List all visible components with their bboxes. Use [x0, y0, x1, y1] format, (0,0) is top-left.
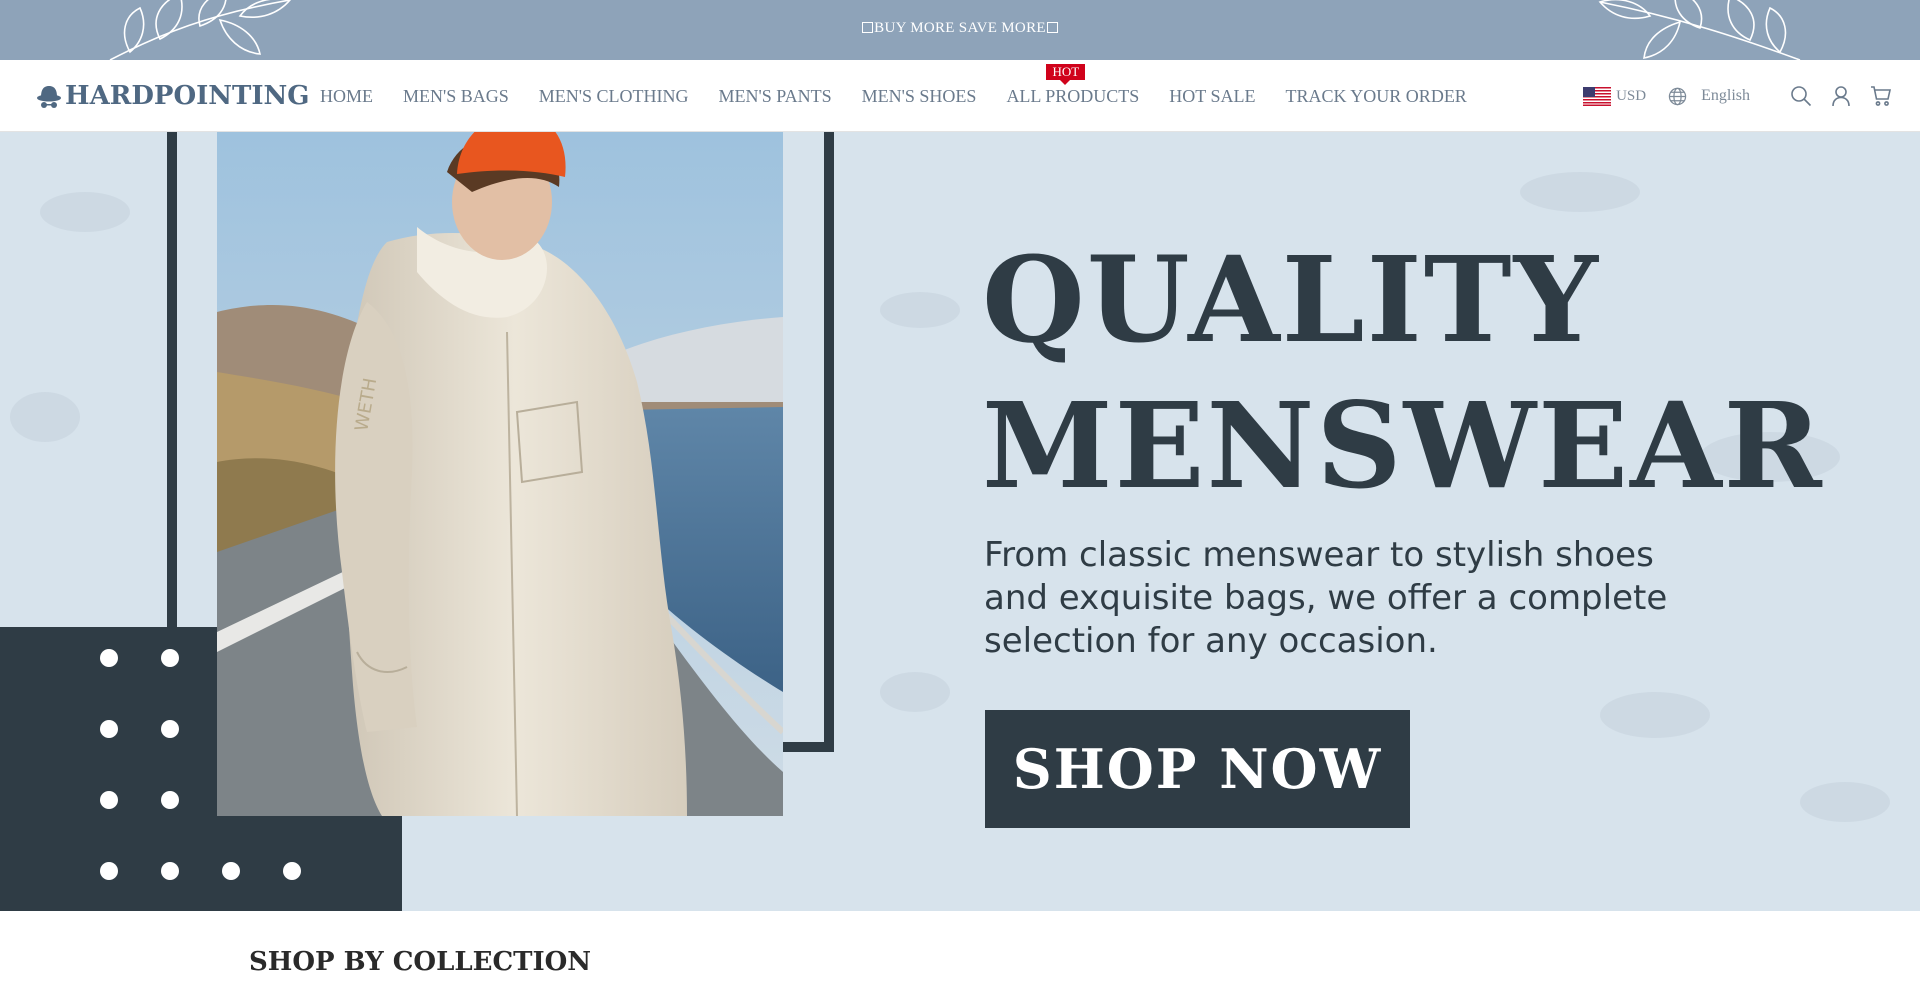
- texture-spot: [1600, 692, 1710, 738]
- decor-dot: [161, 862, 179, 880]
- main-nav: HOME MEN'S BAGS MEN'S CLOTHING MEN'S PAN…: [320, 60, 1497, 132]
- decor-dot: [100, 720, 118, 738]
- hero-model-photo: WETH: [217, 132, 783, 816]
- announcement-bar: BUY MORE SAVE MORE: [0, 0, 1920, 60]
- nav-all-products[interactable]: ALL PRODUCTS HOT: [1006, 63, 1139, 107]
- language-selector[interactable]: English: [1668, 87, 1750, 106]
- texture-spot: [880, 292, 960, 328]
- brand-logo[interactable]: HARDPOINTING: [36, 78, 310, 114]
- nav-mens-shoes[interactable]: MEN'S SHOES: [862, 86, 977, 107]
- texture-spot: [880, 672, 950, 712]
- texture-spot: [10, 392, 80, 442]
- nav-mens-clothing[interactable]: MEN'S CLOTHING: [539, 86, 689, 107]
- cart-icon[interactable]: [1870, 85, 1892, 107]
- gift-icon: [1046, 22, 1058, 33]
- nav-mens-pants[interactable]: MEN'S PANTS: [719, 86, 832, 107]
- hot-badge: HOT: [1046, 63, 1086, 85]
- nav-track-order[interactable]: TRACK YOUR ORDER: [1285, 86, 1466, 107]
- gift-icon: [862, 22, 874, 33]
- shop-now-button[interactable]: SHOP NOW: [985, 710, 1410, 828]
- texture-spot: [1800, 782, 1890, 822]
- hero-banner[interactable]: WETH QUALITY MENSWEAR From classic mensw…: [0, 132, 1920, 911]
- decor-dot: [222, 862, 240, 880]
- nav-mens-bags[interactable]: MEN'S BAGS: [403, 86, 509, 107]
- site-header: HARDPOINTING HOME MEN'S BAGS MEN'S CLOTH…: [0, 60, 1920, 132]
- decor-dot: [100, 649, 118, 667]
- header-utilities: USD English: [1583, 60, 1892, 132]
- texture-spot: [40, 192, 130, 232]
- hero-title-line1: QUALITY: [982, 230, 1600, 369]
- decor-dot: [161, 649, 179, 667]
- hero-subtitle: From classic menswear to stylish shoes a…: [984, 535, 1668, 661]
- frame-line-left: [167, 132, 177, 627]
- hat-icon: [37, 86, 61, 108]
- us-flag-icon: [1583, 86, 1612, 106]
- search-icon[interactable]: [1790, 85, 1812, 107]
- frame-line-bottom: [783, 742, 834, 752]
- decor-dot: [161, 720, 179, 738]
- decor-dot: [100, 862, 118, 880]
- hero-title-line2: MENSWEAR: [982, 376, 1824, 515]
- leaf-decoration-right: [1598, 0, 1801, 60]
- nav-home[interactable]: HOME: [320, 86, 373, 107]
- frame-line-right: [824, 132, 834, 752]
- nav-hot-sale[interactable]: HOT SALE: [1169, 86, 1255, 107]
- section-heading-collection: SHOP BY COLLECTION: [249, 947, 592, 977]
- decor-dot: [100, 791, 118, 809]
- decor-dot: [283, 862, 301, 880]
- decor-dot: [161, 791, 179, 809]
- currency-label: USD: [1616, 87, 1647, 104]
- brand-name: HARDPOINTING: [65, 81, 310, 111]
- currency-selector[interactable]: USD: [1583, 86, 1647, 106]
- globe-icon: [1668, 87, 1687, 105]
- language-label: English: [1701, 87, 1750, 104]
- texture-spot: [1520, 172, 1640, 212]
- account-icon[interactable]: [1830, 85, 1852, 107]
